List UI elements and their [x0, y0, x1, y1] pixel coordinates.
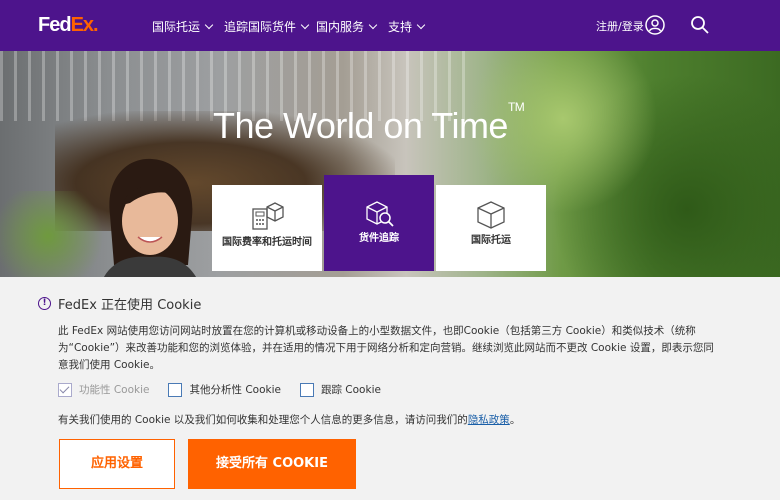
- cookie-title: FedEx 正在使用 Cookie: [58, 298, 202, 313]
- hero-person-image: [103, 158, 197, 277]
- checkbox-tracking-cookie[interactable]: 跟踪 Cookie: [299, 382, 381, 397]
- info-icon: !: [38, 297, 51, 310]
- tile-label: 国际费率和托运时间: [222, 237, 312, 248]
- nav-item-international-shipping[interactable]: 国际托运: [152, 18, 214, 35]
- cookie-consent-banner: ! FedEx 正在使用 Cookie 此 FedEx 网站使用您访问网站时放置…: [0, 277, 780, 500]
- apply-settings-button[interactable]: 应用设置: [59, 439, 175, 489]
- rates-calculator-icon: [252, 202, 284, 230]
- cookie-options: 功能性 Cookie 其他分析性 Cookie 跟踪 Cookie: [58, 382, 400, 397]
- nav-item-domestic-services[interactable]: 国内服务: [316, 18, 378, 35]
- tile-label: 国际托运: [471, 235, 511, 246]
- hero-title: The World on TimeTM: [213, 100, 525, 146]
- nav-item-support[interactable]: 支持: [388, 18, 426, 35]
- checkbox-box[interactable]: [168, 382, 183, 397]
- chevron-down-icon: [300, 20, 310, 30]
- checkbox-box[interactable]: [299, 382, 314, 397]
- tile-international-shipping[interactable]: 国际托运: [436, 185, 546, 271]
- top-nav-bar: FedEx. 国际托运 追踪国际货件 国内服务 支持 注册/登录: [0, 0, 780, 51]
- privacy-policy-link[interactable]: 隐私政策: [468, 414, 510, 426]
- chevron-down-icon: [416, 20, 426, 30]
- nav-item-track-international[interactable]: 追踪国际货件: [224, 18, 310, 35]
- checkbox-box: [58, 382, 72, 397]
- accept-all-cookies-button[interactable]: 接受所有 COOKIE: [188, 439, 356, 489]
- user-icon[interactable]: [645, 15, 665, 39]
- privacy-note: 有关我们使用的 Cookie 以及我们如何收集和处理您个人信息的更多信息，请访问…: [58, 414, 521, 426]
- hero-banner: The World on TimeTM 国际费率和托运时间 货件追踪 国际托运: [0, 51, 780, 277]
- cookie-header: ! FedEx 正在使用 Cookie: [38, 294, 201, 313]
- cookie-description: 此 FedEx 网站使用您访问网站时放置在您的计算机或移动设备上的小型数据文件，…: [58, 325, 714, 371]
- chevron-down-icon: [368, 20, 378, 30]
- package-search-icon: [366, 201, 394, 227]
- checkbox-functional-cookie: 功能性 Cookie: [58, 382, 149, 397]
- login-link[interactable]: 注册/登录: [596, 18, 644, 34]
- search-icon[interactable]: [690, 15, 710, 39]
- fedex-logo[interactable]: FedEx.: [38, 14, 99, 37]
- chevron-down-icon: [204, 20, 214, 30]
- tile-label: 货件追踪: [359, 233, 399, 244]
- checkbox-analytics-cookie[interactable]: 其他分析性 Cookie: [168, 382, 281, 397]
- tile-track-shipment[interactable]: 货件追踪: [324, 175, 434, 271]
- package-icon: [477, 201, 505, 229]
- tile-rates-transit-times[interactable]: 国际费率和托运时间: [212, 185, 322, 271]
